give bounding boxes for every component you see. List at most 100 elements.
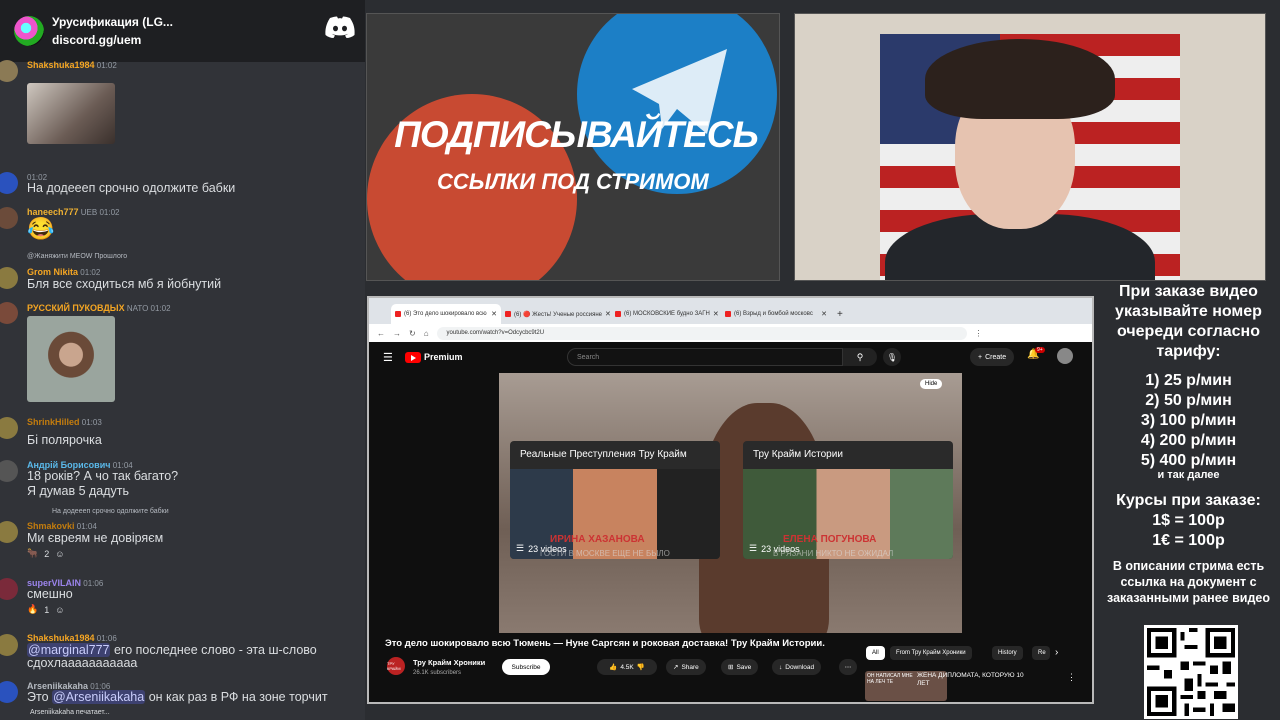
more-actions-icon[interactable]: ⋯: [839, 659, 857, 675]
playlist-count: 23 videos: [749, 543, 800, 554]
subscriber-count: 26.1K subscribers: [413, 670, 462, 676]
message-meta: ShrinkHilled 01:03: [27, 417, 102, 427]
dislike-icon[interactable]: 👎: [637, 663, 645, 671]
message-meta: РУССКИЙ ПУКОВДЫХ NATO 01:02: [27, 303, 171, 313]
menu-icon[interactable]: ☰: [383, 351, 405, 364]
avatar[interactable]: [0, 172, 18, 194]
more-icon[interactable]: ⋮: [1067, 672, 1076, 683]
youtube-premium-label: Premium: [424, 352, 463, 362]
browser-tab[interactable]: (6) Взрыд и бомбой московс ✕: [721, 304, 831, 324]
description-note: В описании стрима есть ссылка на докумен…: [1107, 559, 1270, 605]
back-icon[interactable]: ←: [377, 329, 385, 338]
user-mention[interactable]: @Arseniikakaha: [52, 690, 146, 704]
server-icon[interactable]: [14, 16, 44, 46]
close-icon[interactable]: ✕: [491, 310, 497, 318]
hide-label: Hide: [925, 381, 938, 387]
channel-name[interactable]: Тру Крайм Хроники: [413, 658, 485, 667]
user-badge: UEB: [80, 208, 98, 217]
close-icon[interactable]: ✕: [713, 310, 719, 318]
avatar[interactable]: [0, 207, 18, 229]
mic-icon[interactable]: 🎙: [883, 348, 901, 366]
username[interactable]: Shakshuka1984: [27, 633, 95, 643]
add-reaction-icon[interactable]: ☺: [55, 549, 64, 559]
avatar[interactable]: [0, 521, 18, 543]
reaction[interactable]: 🔥 1 ☺: [27, 604, 64, 615]
add-reaction-icon[interactable]: ☺: [55, 605, 64, 615]
browser-tab[interactable]: (6) 🔴 Жесть! Ученые россияне ✕: [501, 304, 611, 324]
reaction[interactable]: 🐂 2 ☺: [27, 548, 64, 559]
chip-history[interactable]: History: [992, 646, 1023, 660]
video-title: Это дело шокировало всю Тюмень — Нуне Са…: [385, 638, 825, 649]
chat-header: Урусификация (LG... discord.gg/uem: [0, 0, 365, 62]
hide-endcards-button[interactable]: Hide: [920, 379, 943, 389]
subscribe-button[interactable]: Subscribe: [502, 659, 550, 675]
save-button[interactable]: ⊞ Save: [721, 659, 759, 675]
download-button[interactable]: ↓ Download: [772, 659, 822, 675]
message-meta: Shmakovki 01:04: [27, 521, 97, 531]
tab-bar: (6) Это дело шокировало всю ✕ (6) 🔴 Жесть…: [369, 298, 1092, 324]
avatar[interactable]: [0, 417, 18, 439]
avatar[interactable]: [0, 302, 18, 324]
reaction-count: 2: [44, 548, 50, 559]
url-field[interactable]: youtube.com/watch?v=Odcycbc9t2U: [436, 326, 967, 340]
chat-image[interactable]: [27, 316, 115, 402]
avatar[interactable]: [0, 578, 18, 600]
close-icon[interactable]: ✕: [605, 310, 611, 318]
user-mention[interactable]: @marginal777: [27, 643, 111, 657]
avatar[interactable]: [0, 267, 18, 289]
price-item: 4) 200 р/мин: [1140, 432, 1237, 449]
message-text: 18 років? А чо так багато?: [27, 469, 179, 483]
new-tab-icon[interactable]: +: [837, 309, 843, 320]
message-text: Бі полярочка: [27, 433, 102, 447]
reload-icon[interactable]: ↻: [409, 329, 416, 338]
chip-from-channel[interactable]: From Тру Крайм Хроники: [890, 646, 972, 660]
timestamp: 01:06: [83, 579, 104, 588]
chip-related[interactable]: Re: [1032, 646, 1050, 660]
recommended-title[interactable]: ЖЕНА ДИПЛОМАТА, КОТОРУЮ 10 ЛЕТ: [917, 672, 1037, 688]
message-text: Это @Arseniikakaha он как раз в РФ на зо…: [27, 690, 328, 704]
share-button[interactable]: ↗ Share: [666, 659, 706, 675]
like-icon[interactable]: 👍: [609, 663, 617, 671]
search-icon[interactable]: ⚲: [843, 348, 877, 366]
qr-code-icon: [1144, 625, 1238, 719]
endcard-title: Тру Крайм Истории: [753, 449, 843, 460]
username[interactable]: Shakshuka1984: [27, 60, 95, 70]
reply-preview[interactable]: @Жаняжити MEOW Прошлого: [27, 253, 127, 260]
close-icon[interactable]: ✕: [821, 310, 827, 318]
youtube-logo[interactable]: Premium: [405, 351, 463, 363]
browser-window: (6) Это дело шокировало всю ✕ (6) 🔴 Жесть…: [367, 296, 1094, 704]
browser-tab[interactable]: (6) Это дело шокировало всю ✕: [391, 304, 501, 324]
username[interactable]: РУССКИЙ ПУКОВДЫХ: [27, 303, 125, 313]
message-text: Ми євреям не довіряєм: [27, 531, 164, 545]
telegram-plane-icon: [632, 49, 727, 134]
username[interactable]: Grom Nikita: [27, 267, 78, 277]
timestamp: 01:02: [99, 208, 120, 217]
avatar[interactable]: [0, 681, 18, 703]
channel-avatar[interactable]: ТРУ КРАЙМ: [387, 657, 405, 675]
account-avatar[interactable]: [1057, 348, 1073, 364]
username[interactable]: Shmakovki: [27, 521, 75, 531]
youtube-logo-icon: [405, 351, 421, 363]
save-label: Save: [736, 663, 752, 671]
subscribe-banner: ПОДПИСЫВАЙТЕСЬ ССЫЛКИ ПОД СТРИМОМ: [366, 13, 780, 281]
forward-icon[interactable]: →: [393, 329, 401, 338]
chip-all[interactable]: All: [866, 646, 885, 660]
home-icon[interactable]: ⌂: [424, 329, 429, 338]
like-dislike-button[interactable]: 👍 4.5K 👎: [597, 659, 657, 675]
chat-image[interactable]: [27, 83, 115, 144]
avatar[interactable]: [0, 60, 18, 82]
endcard-playlist[interactable]: Реальные Преступления Тру Крайм ИРИНА ХА…: [510, 441, 720, 559]
browser-tab[interactable]: (6) МОСКОВСКИЕ будно ЗАГН ✕: [611, 304, 721, 324]
order-info-panel: При заказе видео указывайте номер очеред…: [1097, 282, 1280, 720]
plus-icon: +: [978, 353, 983, 361]
avatar[interactable]: [0, 634, 18, 656]
server-invite[interactable]: discord.gg/uem: [52, 33, 173, 47]
chevron-right-icon[interactable]: ›: [1055, 647, 1058, 658]
username[interactable]: ShrinkHilled: [27, 417, 80, 427]
extensions-icon[interactable]: ⋮: [975, 329, 983, 338]
search-input[interactable]: Search: [567, 348, 843, 366]
reply-preview[interactable]: На додеееп срочно одолжите бабки: [52, 508, 169, 515]
endcard-playlist[interactable]: Тру Крайм Истории ЕЛЕНА ПОГУНОВА В РЯЗАН…: [743, 441, 953, 559]
create-button[interactable]: + Create: [970, 348, 1015, 366]
avatar[interactable]: [0, 460, 18, 482]
